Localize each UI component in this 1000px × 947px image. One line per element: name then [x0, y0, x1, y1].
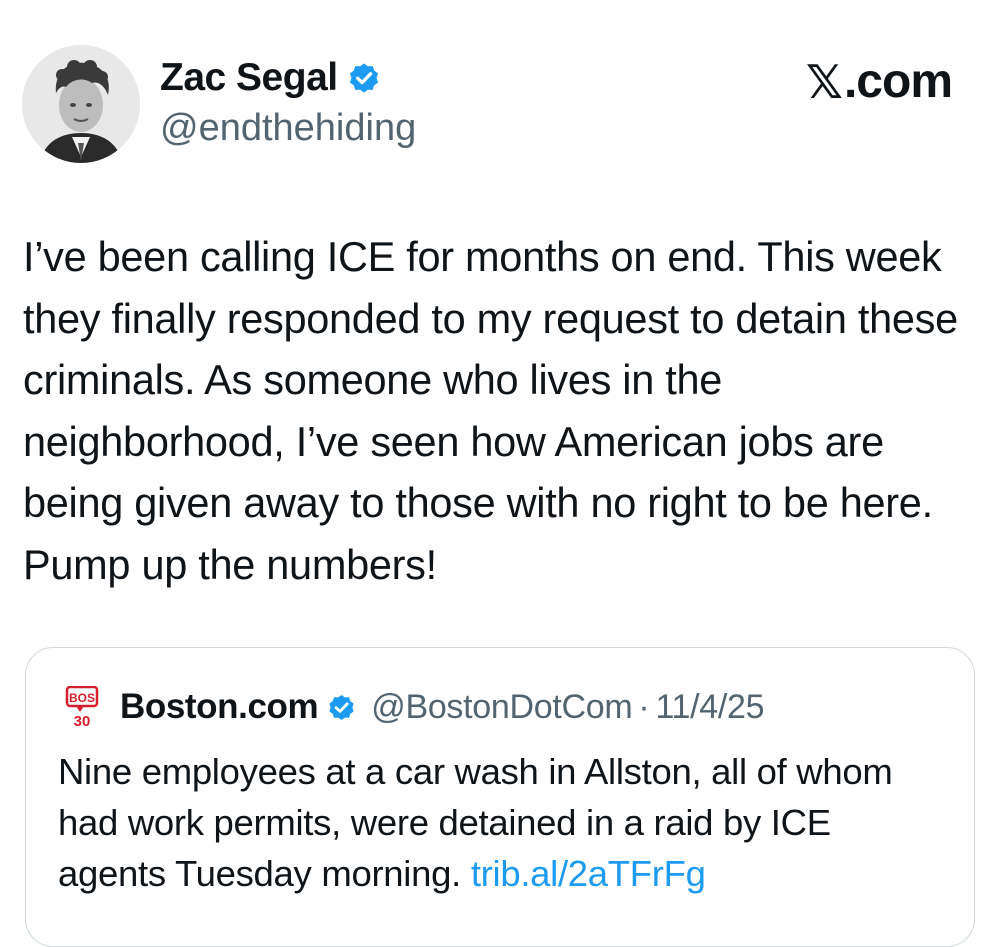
- quoted-post-card[interactable]: BOS 30 Boston.com @BostonDotCom · 11/4/2…: [25, 647, 975, 947]
- author-name-row: Zac Segal: [160, 56, 382, 100]
- brand-suffix: .com: [843, 55, 953, 108]
- x-logo-icon: 𝕏: [805, 54, 843, 109]
- quoted-author-handle[interactable]: @BostonDotCom: [371, 688, 632, 727]
- logo-top-text: BOS: [69, 691, 95, 705]
- quoted-post-text: Nine employees at a car wash in Allston,…: [58, 746, 948, 899]
- verified-badge-icon: [346, 60, 382, 96]
- avatar-photo: [22, 45, 140, 163]
- author-handle[interactable]: @endthehiding: [160, 107, 416, 150]
- author-name[interactable]: Zac Segal: [160, 56, 338, 100]
- quoted-author-name[interactable]: Boston.com: [120, 687, 319, 727]
- meta-separator: ·: [638, 687, 650, 726]
- quoted-post-date[interactable]: 11/4/25: [655, 688, 764, 727]
- avatar[interactable]: [22, 45, 140, 163]
- boston30-logo-icon: BOS 30: [64, 686, 100, 728]
- logo-bottom-text: 30: [74, 713, 91, 728]
- quoted-post-header: BOS 30 Boston.com @BostonDotCom · 11/4/2…: [64, 686, 765, 728]
- post-text: I’ve been calling ICE for months on end.…: [23, 233, 958, 588]
- quoted-post-link[interactable]: trib.al/2aTFrFg: [471, 853, 706, 894]
- x-brand-logo: 𝕏 .com: [805, 54, 953, 109]
- verified-badge-icon: [326, 692, 357, 723]
